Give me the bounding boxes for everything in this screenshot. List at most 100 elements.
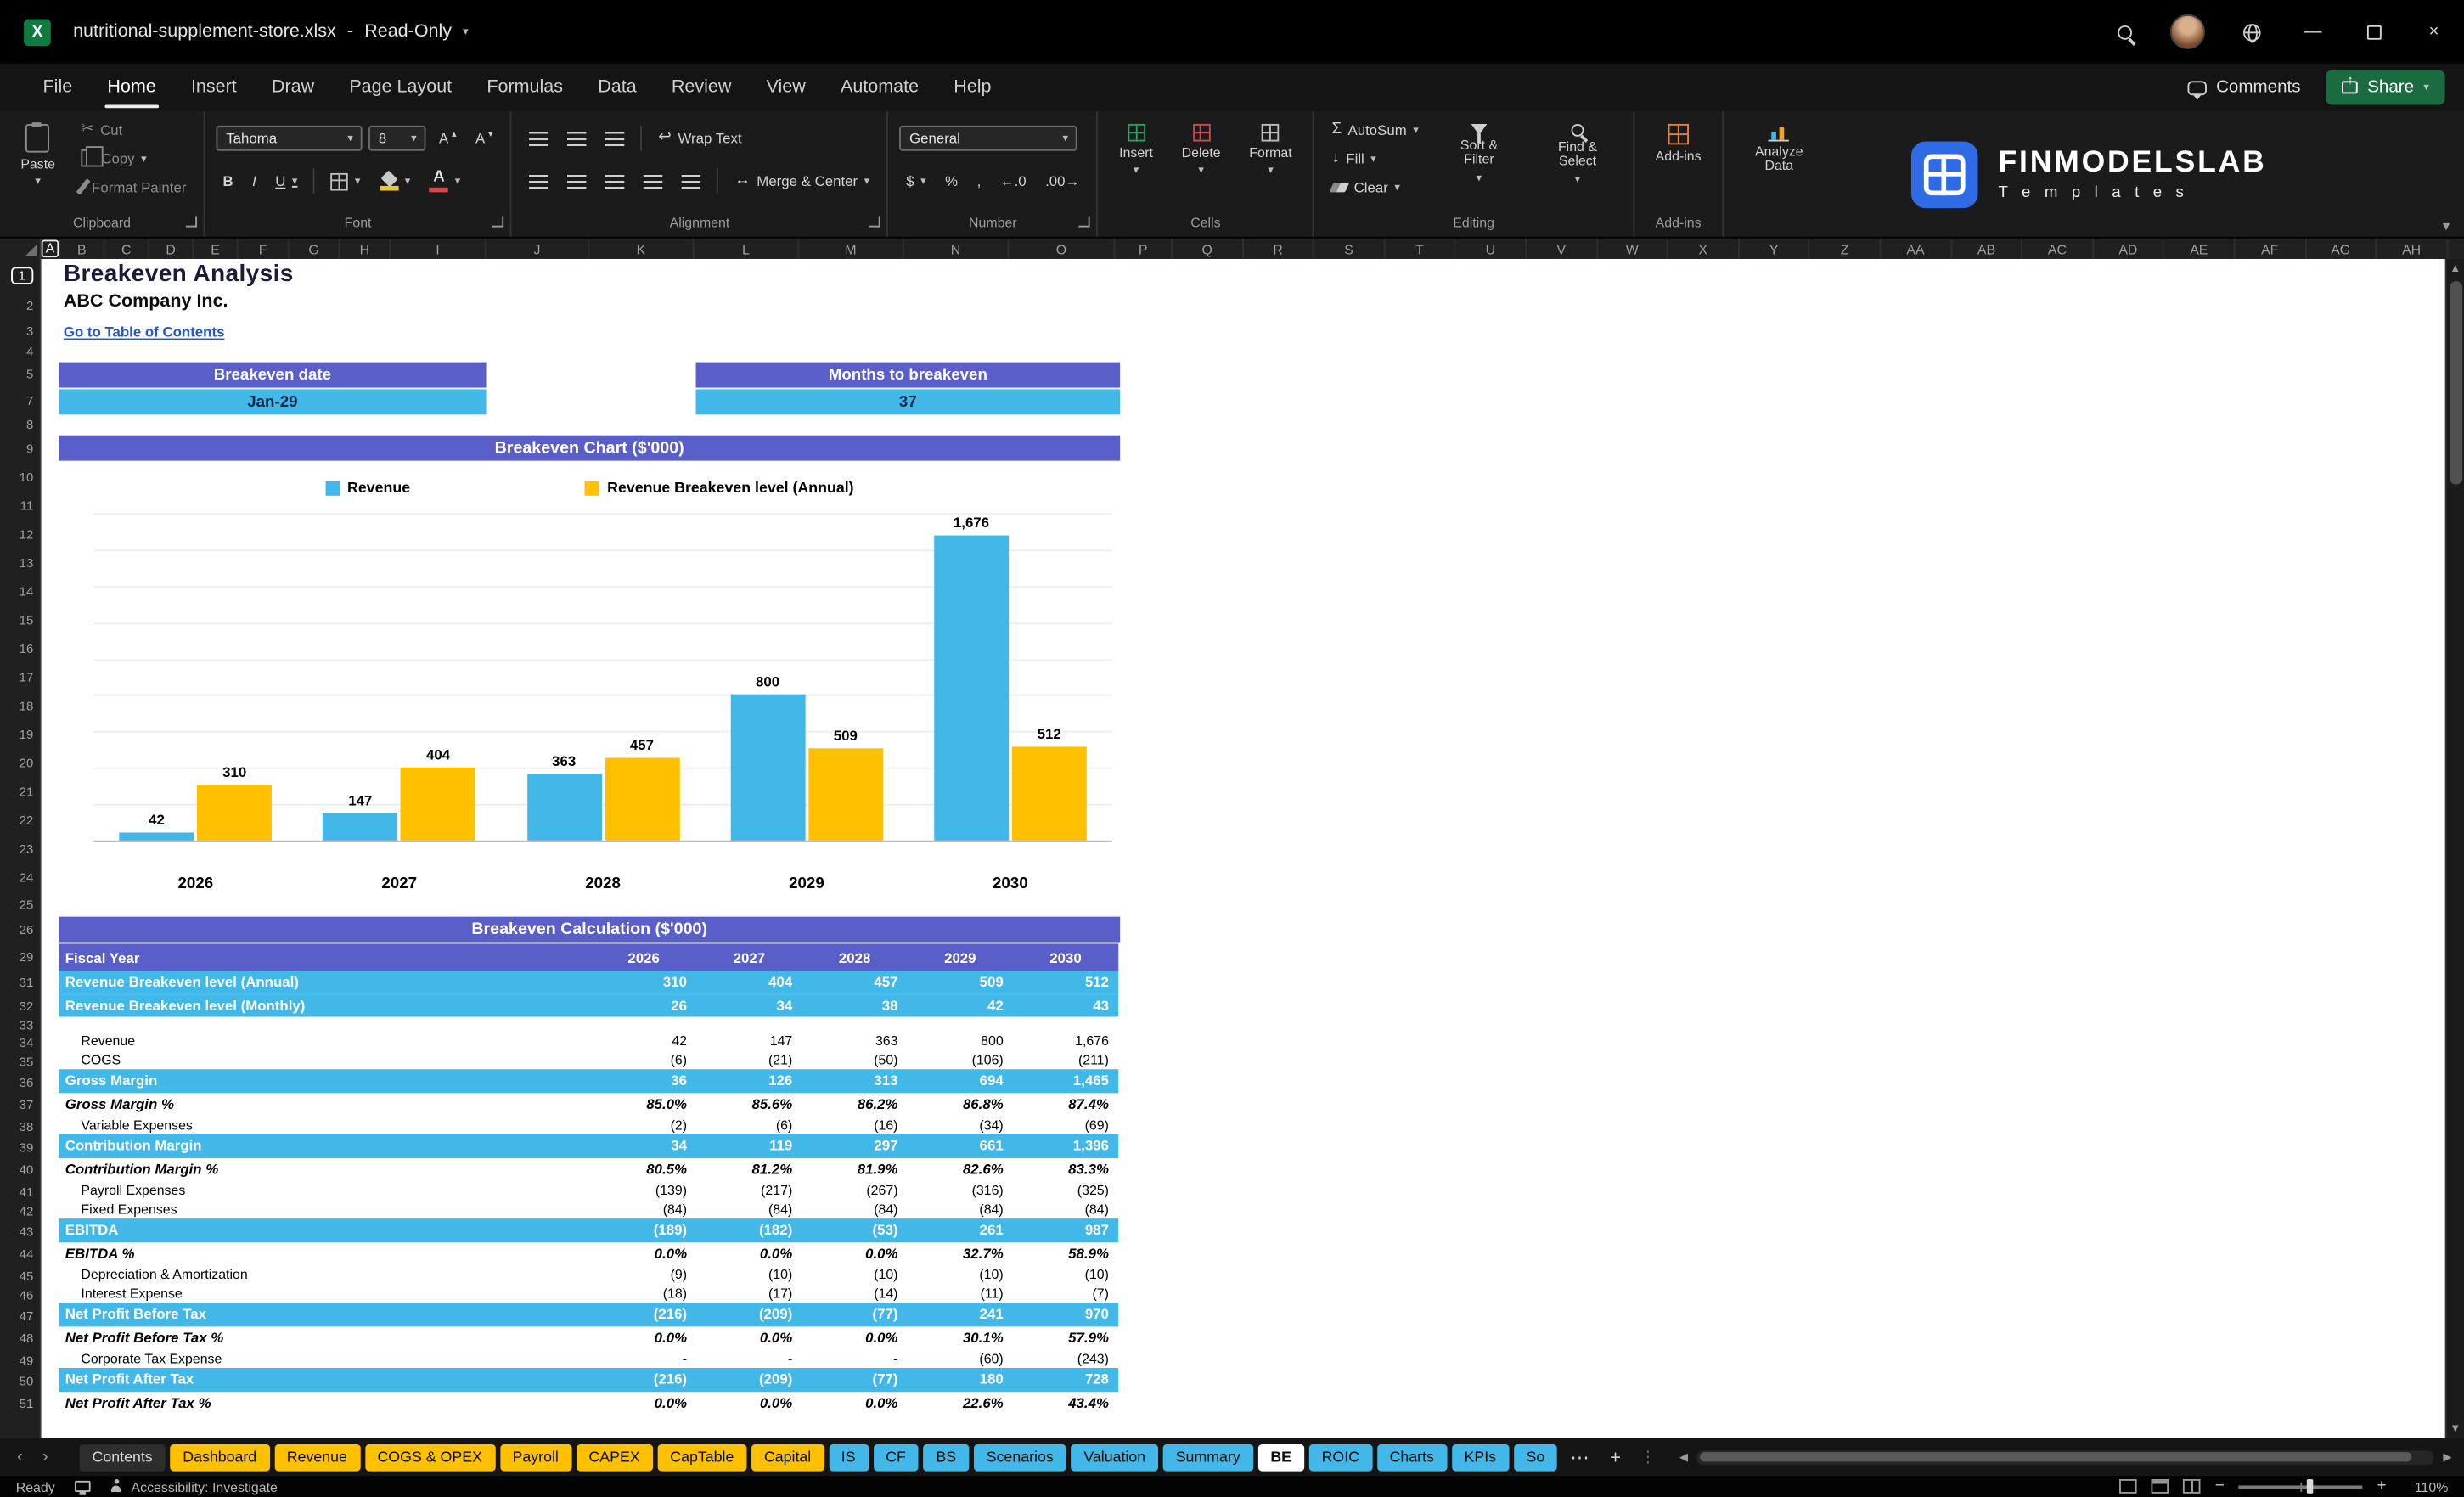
cell-value[interactable]: 970 xyxy=(1013,1307,1118,1323)
column-header-D[interactable]: D xyxy=(149,238,194,259)
row-header-20[interactable]: 20 xyxy=(0,748,40,777)
cell-value[interactable]: - xyxy=(696,1350,802,1366)
clear-button[interactable]: Clear ▾ xyxy=(1325,177,1425,199)
vertical-scroll-thumb[interactable] xyxy=(2449,281,2462,485)
row-header-26[interactable]: 26 xyxy=(0,917,40,944)
cell-value[interactable]: 694 xyxy=(908,1072,1013,1089)
close-button[interactable]: × xyxy=(2404,0,2464,64)
cut-button[interactable]: ✂ Cut xyxy=(74,119,192,141)
row-header-49[interactable]: 49 xyxy=(0,1350,40,1369)
find-select-button[interactable]: Find & Select ▾ xyxy=(1533,119,1623,211)
scroll-left-icon[interactable]: ◄ xyxy=(1677,1449,1691,1465)
cell-value[interactable]: (17) xyxy=(696,1286,802,1302)
cell-value[interactable]: (10) xyxy=(696,1266,802,1282)
row-header-37[interactable]: 37 xyxy=(0,1094,40,1117)
row-header-29[interactable]: 29 xyxy=(0,943,40,971)
cell-value[interactable]: (53) xyxy=(802,1222,907,1238)
column-header-AA[interactable]: AA xyxy=(1881,238,1952,259)
row-header-14[interactable]: 14 xyxy=(0,577,40,605)
cell-value[interactable]: 87.4% xyxy=(1013,1096,1118,1112)
cell-value[interactable]: 34 xyxy=(696,998,802,1014)
format-painter-button[interactable]: Format Painter xyxy=(74,175,192,199)
row-label[interactable]: Net Profit After Tax % xyxy=(59,1394,591,1410)
row-header-8[interactable]: 8 xyxy=(0,414,40,435)
column-header-AE[interactable]: AE xyxy=(2164,238,2236,259)
row-header-39[interactable]: 39 xyxy=(0,1136,40,1159)
account-button[interactable] xyxy=(2156,0,2219,64)
menu-tab-home[interactable]: Home xyxy=(90,64,174,111)
cell-value[interactable]: 261 xyxy=(908,1222,1013,1238)
menu-tab-page-layout[interactable]: Page Layout xyxy=(332,64,470,111)
vertical-scrollbar[interactable]: ▲ ▼ xyxy=(2444,258,2464,1438)
cell-value[interactable]: (84) xyxy=(802,1202,907,1218)
copy-button[interactable]: Copy ▾ xyxy=(74,145,192,170)
cell-value[interactable]: (217) xyxy=(696,1182,802,1198)
row-header-3[interactable]: 3 xyxy=(0,319,40,343)
cell-value[interactable]: (325) xyxy=(1013,1182,1118,1198)
cell-value[interactable]: (182) xyxy=(696,1222,802,1238)
cell-value[interactable]: (34) xyxy=(908,1117,1013,1133)
column-header-Y[interactable]: Y xyxy=(1739,238,1810,259)
cell-value[interactable]: (209) xyxy=(696,1371,802,1387)
sheet-tab-charts[interactable]: Charts xyxy=(1376,1443,1447,1471)
percent-style-button[interactable]: % xyxy=(939,170,965,192)
row-header-18[interactable]: 18 xyxy=(0,691,40,720)
title-chevron-down-icon[interactable]: ▾ xyxy=(463,25,469,38)
row-label[interactable]: EBITDA % xyxy=(59,1245,591,1261)
cell-value[interactable]: (209) xyxy=(696,1307,802,1323)
cell-value[interactable]: (9) xyxy=(591,1266,696,1282)
cell-value[interactable]: (7) xyxy=(1013,1286,1118,1302)
borders-button[interactable]: ▾ xyxy=(324,169,367,193)
row-header-19[interactable]: 19 xyxy=(0,720,40,749)
cell-value[interactable]: 82.6% xyxy=(908,1161,1013,1177)
restore-button[interactable] xyxy=(2343,0,2404,64)
cell-value[interactable]: (77) xyxy=(802,1307,907,1323)
cell-value[interactable]: 728 xyxy=(1013,1371,1118,1387)
row-header-22[interactable]: 22 xyxy=(0,806,40,835)
cell-value[interactable]: (14) xyxy=(802,1286,907,1302)
row-label[interactable]: Contribution Margin % xyxy=(59,1161,591,1177)
breakeven-chart[interactable]: Revenue Revenue Breakeven level (Annual) … xyxy=(59,462,1121,917)
column-header-G[interactable]: G xyxy=(290,238,340,259)
scroll-down-icon[interactable]: ▼ xyxy=(2450,1419,2461,1438)
cell-value[interactable]: (69) xyxy=(1013,1117,1118,1133)
column-header-T[interactable]: T xyxy=(1385,238,1456,259)
cell-value[interactable]: 32.7% xyxy=(908,1245,1013,1261)
cell-value[interactable]: - xyxy=(591,1350,696,1366)
zoom-out-button[interactable]: − xyxy=(2215,1477,2225,1495)
cell-value[interactable]: 987 xyxy=(1013,1222,1118,1238)
row-header-32[interactable]: 32 xyxy=(0,994,40,1018)
cell-value[interactable]: 43 xyxy=(1013,998,1118,1014)
cell-value[interactable]: 313 xyxy=(802,1072,907,1089)
cell-value[interactable]: (60) xyxy=(908,1350,1013,1366)
cell-value[interactable]: (50) xyxy=(802,1052,907,1068)
row-header-36[interactable]: 36 xyxy=(0,1071,40,1094)
row-header-43[interactable]: 43 xyxy=(0,1220,40,1243)
row-header-34[interactable]: 34 xyxy=(0,1033,40,1051)
row-header-23[interactable]: 23 xyxy=(0,834,40,863)
cell-value[interactable]: 42 xyxy=(591,1033,696,1049)
row-header-31[interactable]: 31 xyxy=(0,971,40,994)
bold-button[interactable]: B xyxy=(217,170,239,192)
sheet-tab-kpis[interactable]: KPIs xyxy=(1451,1443,1509,1471)
sheet-tab-cf[interactable]: CF xyxy=(873,1443,919,1471)
row-label[interactable]: Net Profit After Tax xyxy=(59,1371,591,1387)
tabs-scroll-right-icon[interactable]: › xyxy=(35,1448,55,1466)
row-header-42[interactable]: 42 xyxy=(0,1202,40,1220)
cell-value[interactable]: (10) xyxy=(1013,1266,1118,1282)
row-label[interactable]: Net Profit Before Tax % xyxy=(59,1330,591,1346)
cell-value[interactable]: (77) xyxy=(802,1371,907,1387)
row-header-40[interactable]: 40 xyxy=(0,1159,40,1182)
menu-tab-automate[interactable]: Automate xyxy=(823,64,936,111)
menu-tab-file[interactable]: File xyxy=(25,64,90,111)
column-header-AC[interactable]: AC xyxy=(2022,238,2094,259)
align-bottom-button[interactable] xyxy=(599,128,631,149)
increase-indent-button[interactable] xyxy=(676,171,707,191)
row-header-9[interactable]: 9 xyxy=(0,436,40,463)
cell-value[interactable]: 119 xyxy=(696,1138,802,1154)
cell-value[interactable]: 85.6% xyxy=(696,1096,802,1112)
column-header-E[interactable]: E xyxy=(194,238,239,259)
cell-value[interactable]: 0.0% xyxy=(696,1394,802,1410)
cell-value[interactable]: 38 xyxy=(802,998,907,1014)
cell-value[interactable]: 661 xyxy=(908,1138,1013,1154)
